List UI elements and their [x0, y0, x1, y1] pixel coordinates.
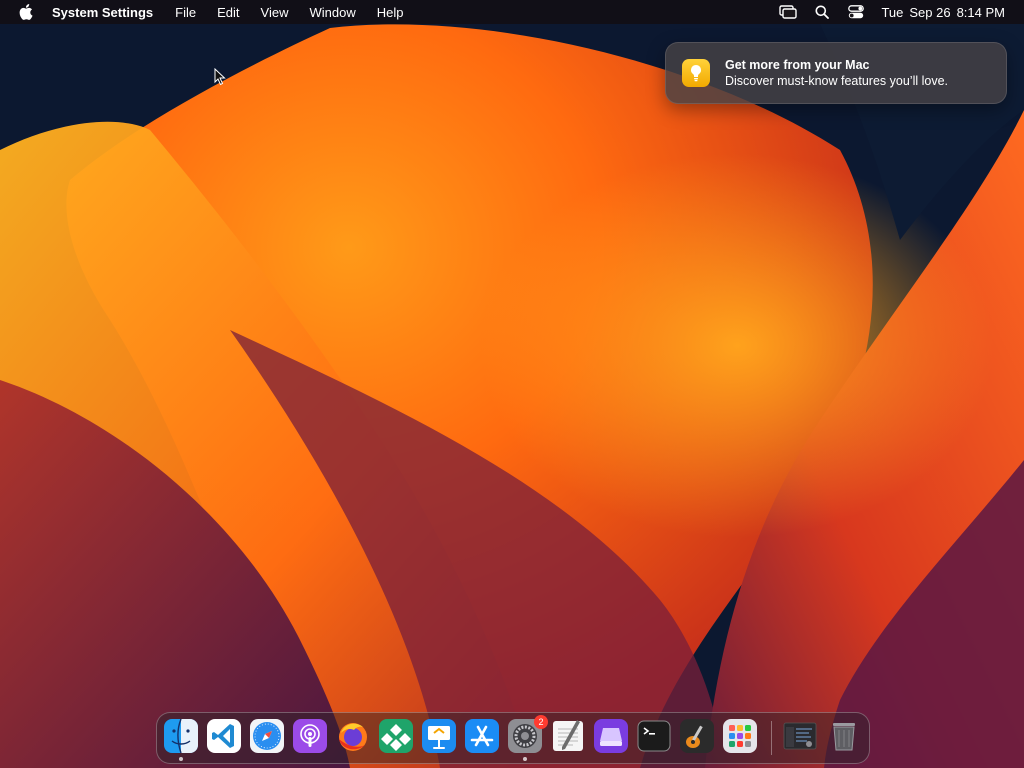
minimized-window-thumbnail[interactable] [783, 719, 817, 753]
dock: 2 [156, 712, 870, 764]
spotlight-search-icon[interactable] [805, 0, 839, 24]
system-settings-running-indicator [523, 757, 527, 761]
terminal-icon[interactable] [637, 719, 671, 753]
clock-time: 8:14 PM [956, 4, 1005, 20]
app-grid-icon[interactable] [379, 719, 413, 753]
edit-menu[interactable]: Edit [217, 5, 239, 20]
firefox-icon[interactable] [336, 719, 370, 753]
app-name-menu[interactable]: System Settings [52, 5, 153, 20]
system-settings-icon[interactable]: 2 [508, 715, 548, 753]
tips-notification[interactable]: Get more from your Mac Discover must-kno… [665, 42, 1007, 104]
garageband-icon[interactable] [680, 719, 714, 753]
notification-title: Get more from your Mac [725, 58, 870, 72]
app-store-icon[interactable] [465, 719, 499, 753]
safari-icon[interactable] [250, 719, 284, 753]
launchpad-icon[interactable] [723, 719, 757, 753]
finder-icon[interactable] [164, 719, 198, 753]
help-menu[interactable]: Help [377, 5, 404, 20]
clock-day: Tue [881, 4, 904, 20]
control-center-icon[interactable] [839, 0, 873, 24]
desktop-wallpaper [0, 0, 1024, 768]
menu-bar-clock[interactable]: Tue Sep 26 8:14 PM [881, 5, 1005, 20]
apple-menu-icon[interactable] [0, 0, 52, 24]
mouse-cursor-icon [214, 67, 226, 91]
textedit-icon[interactable] [551, 719, 585, 753]
keynote-icon[interactable] [422, 719, 456, 753]
finder-running-indicator [179, 757, 183, 761]
menu-bar: System Settings File Edit View Window He… [0, 0, 1024, 24]
notification-body: Discover must-know features you’ll love. [725, 74, 948, 88]
dock-separator [771, 721, 772, 755]
file-menu[interactable]: File [175, 5, 196, 20]
trash-icon[interactable] [827, 719, 861, 753]
screen-mirroring-icon[interactable] [771, 0, 805, 24]
podcasts-icon[interactable] [293, 719, 327, 753]
view-menu[interactable]: View [261, 5, 289, 20]
window-menu[interactable]: Window [309, 5, 355, 20]
disk-utility-icon[interactable] [594, 719, 628, 753]
lightbulb-icon [682, 59, 710, 87]
clock-date: Sep 26 [909, 4, 951, 20]
vscode-icon[interactable] [207, 719, 241, 753]
notification-badge: 2 [534, 715, 548, 729]
